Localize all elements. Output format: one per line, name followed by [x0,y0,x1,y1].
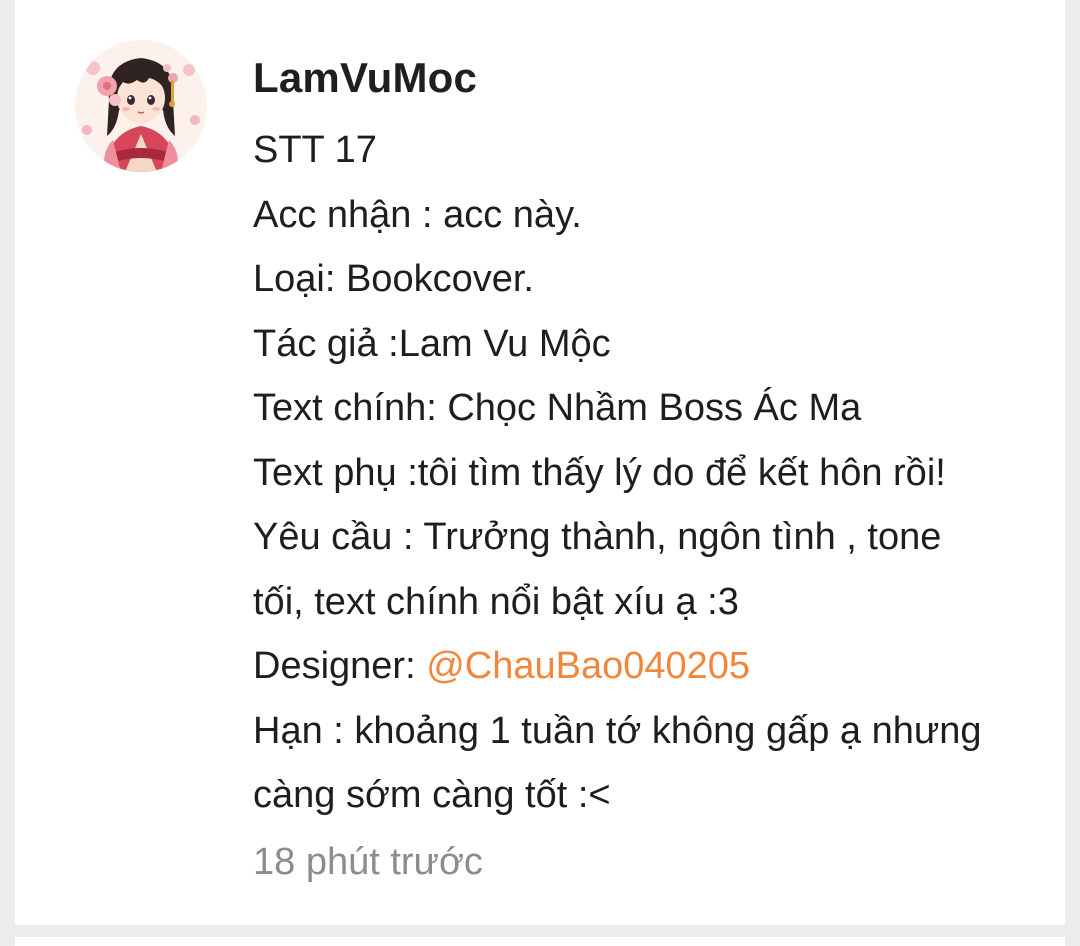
anime-girl-avatar-icon [75,40,207,172]
user-avatar[interactable] [75,40,207,172]
comment-line: Text phụ :tôi tìm thấy lý do để kết hôn … [253,451,946,494]
username[interactable]: LamVuMoc [253,48,1065,108]
comment-line: Loại: Bookcover. [253,258,534,300]
deadline-line: càng sớm càng tốt :< [253,774,611,816]
comment-body: LamVuMoc STT 17 Acc nhận : acc này. Loại… [253,48,1065,894]
comment-line: STT 17 [253,129,377,171]
designer-mention-link[interactable]: @ChauBao040205 [426,645,750,687]
next-card-edge [15,937,1065,946]
comment-line: Yêu cầu : Trưởng thành, ngôn tình , tone [253,516,942,558]
designer-line: Designer: @ChauBao040205 [253,634,1065,699]
designer-label: Designer: [253,645,427,687]
comment-timestamp: 18 phút trước [253,840,483,883]
comment-line: Tác giả :Lam Vu Mộc [253,322,611,365]
comment-line: Acc nhận : acc này. [253,193,582,236]
deadline-line: Hạn : khoảng 1 tuần tớ không gấp ạ nhưng [253,709,982,752]
comment-line: Text chính: Chọc Nhầm Boss Ác Ma [253,387,862,429]
comment-card: LamVuMoc STT 17 Acc nhận : acc này. Loại… [15,0,1065,925]
comment-line: tối, text chính nổi bật xíu ạ :3 [253,580,739,623]
